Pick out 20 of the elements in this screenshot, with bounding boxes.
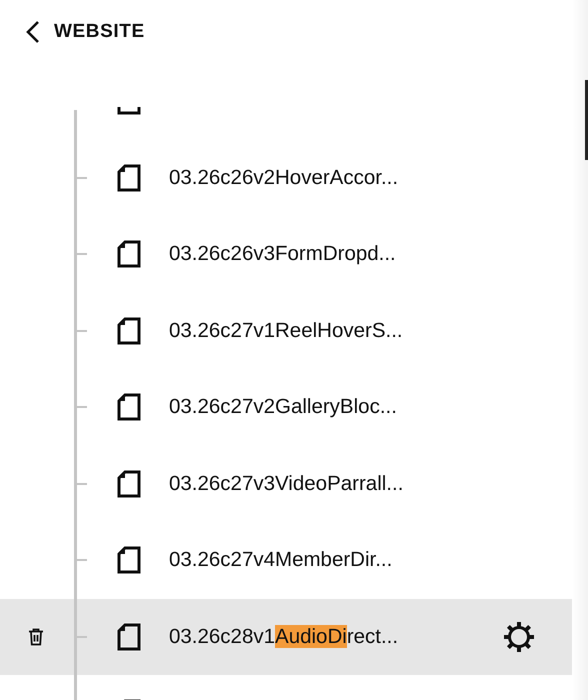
file-icon: [117, 240, 141, 268]
settings-icon[interactable]: [503, 620, 535, 653]
file-icon: [117, 393, 141, 422]
page-title[interactable]: 03.26c26v3FormDropd...: [169, 242, 396, 266]
page-title[interactable]: 03.26c27v3VideoParrall...: [169, 472, 404, 496]
page-title[interactable]: 03.26c27v4MemberDir...: [169, 548, 392, 572]
file-icon: [117, 622, 141, 651]
selected-row[interactable]: 03.26c28v1AudioDirect...: [0, 598, 575, 675]
page-title[interactable]: 03.26c27v1ReelHoverS...: [169, 318, 403, 343]
chevron-left-icon: [26, 20, 40, 44]
file-icon: [117, 164, 141, 192]
page-title[interactable]: 03.26c28v1AudioDirect...: [169, 624, 398, 649]
file-icon: [117, 316, 141, 345]
file-icon: [117, 470, 141, 498]
file-icon: [117, 546, 141, 574]
scrollbar-thumb[interactable]: [585, 80, 588, 160]
page-title[interactable]: 03.26c27v2GalleryBloc...: [169, 395, 397, 420]
page-title[interactable]: 03.26c26v2HoverAccor...: [169, 166, 398, 190]
trash-icon[interactable]: [28, 628, 44, 646]
back-link[interactable]: WEBSITE: [26, 20, 145, 44]
